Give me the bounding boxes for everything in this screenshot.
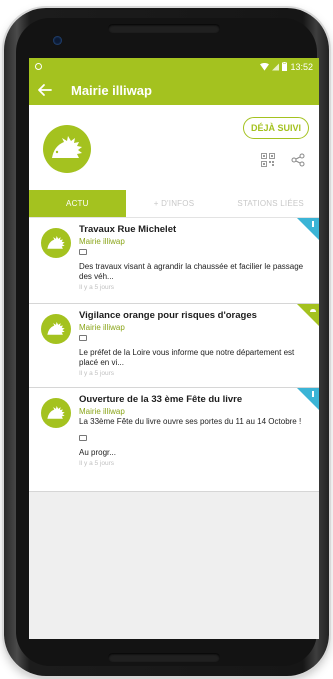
attachment-icon: [79, 335, 87, 341]
news-body: Des travaux visant à agrandir la chaussé…: [79, 262, 304, 281]
hedgehog-avatar: [41, 228, 71, 258]
app-screen: 13:52 Mairie illiwap DÉJÀ SUIVI ACTU + D…: [29, 58, 319, 639]
notification-icon: [35, 63, 42, 70]
back-arrow-icon[interactable]: [37, 82, 53, 98]
clock: 13:52: [290, 61, 313, 72]
info-icon: [312, 391, 314, 397]
news-time: Il y a 5 jours: [79, 370, 115, 377]
battery-icon: [282, 62, 288, 71]
news-card[interactable]: Ouverture de la 33 ème Fête du livre Mai…: [29, 388, 319, 492]
front-camera: [53, 36, 62, 45]
hedgehog-avatar: [41, 398, 71, 428]
news-source: Mairie illiwap: [79, 323, 125, 332]
tab-actu[interactable]: ACTU: [29, 190, 126, 217]
signal-icon: [272, 63, 280, 70]
news-title: Travaux Rue Michelet: [79, 224, 177, 235]
hedgehog-logo: [43, 125, 91, 173]
news-body: Au progr...: [79, 448, 116, 457]
news-source: Mairie illiwap: [79, 407, 125, 416]
news-time: Il y a 5 jours: [79, 284, 115, 291]
top-speaker: [108, 24, 220, 33]
news-source: Mairie illiwap: [79, 237, 125, 246]
profile-header: DÉJÀ SUIVI: [29, 105, 319, 190]
news-body: Le préfet de la Loire vous informe que n…: [79, 348, 295, 367]
share-icon[interactable]: [291, 153, 305, 167]
qr-code-icon[interactable]: [261, 153, 275, 167]
news-title: Ouverture de la 33 ème Fête du livre: [79, 394, 243, 405]
status-bar: 13:52: [29, 58, 319, 75]
bottom-speaker: [108, 653, 220, 662]
weather-icon: [310, 309, 316, 312]
tab-infos[interactable]: + D'INFOS: [126, 190, 223, 217]
wifi-icon: [260, 62, 270, 71]
app-bar: Mairie illiwap: [29, 75, 319, 105]
news-intro: La 33ème Fête du livre ouvre ses portes …: [79, 417, 302, 426]
attachment-icon: [79, 249, 87, 255]
tab-bar: ACTU + D'INFOS STATIONS LIÉES: [29, 190, 319, 218]
tab-stations[interactable]: STATIONS LIÉES: [222, 190, 319, 217]
page-title: Mairie illiwap: [71, 82, 152, 98]
info-icon: [312, 221, 314, 227]
hedgehog-avatar: [41, 314, 71, 344]
news-card[interactable]: Travaux Rue Michelet Mairie illiwap Des …: [29, 218, 319, 304]
attachment-icon: [79, 435, 87, 441]
news-card[interactable]: Vigilance orange pour risques d'orages M…: [29, 304, 319, 388]
status-icons: 13:52: [260, 62, 313, 72]
news-time: Il y a 5 jours: [79, 460, 115, 467]
news-title: Vigilance orange pour risques d'orages: [79, 310, 257, 321]
follow-button[interactable]: DÉJÀ SUIVI: [242, 117, 309, 139]
